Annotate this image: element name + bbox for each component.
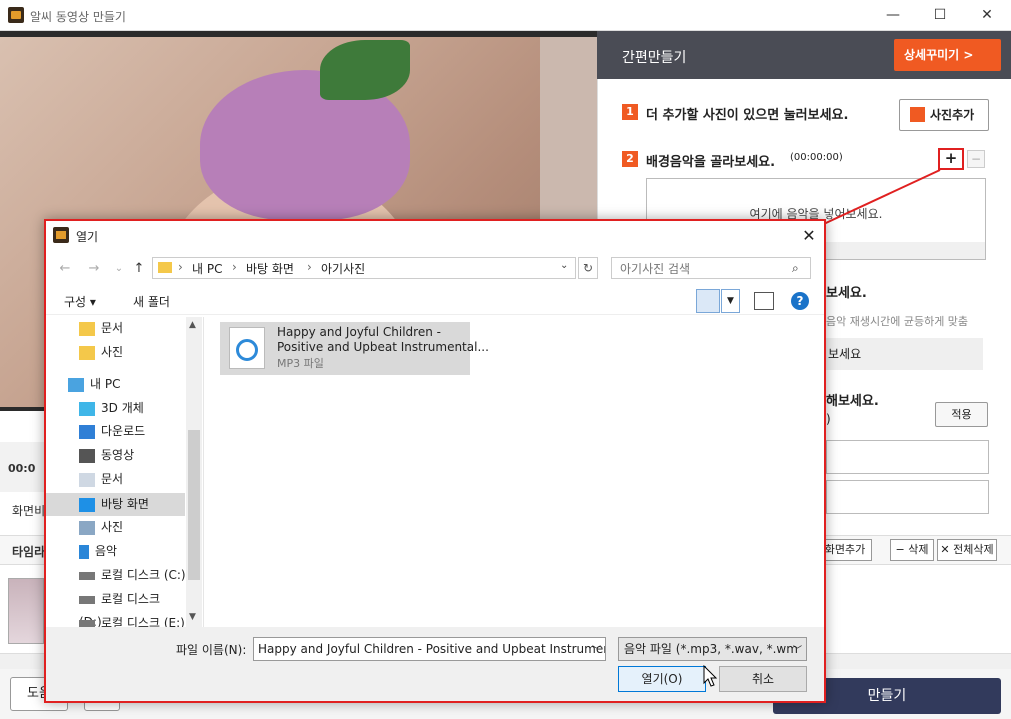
step3-text: 보세요. — [826, 286, 867, 301]
add-music-button[interactable]: + — [938, 148, 964, 170]
file-type: MP3 파일 — [277, 357, 324, 370]
nav-scrollbar-thumb[interactable] — [188, 430, 200, 580]
chevron-down-icon[interactable]: ﹀ — [592, 643, 601, 656]
new-folder-button[interactable]: 새 폴더 — [133, 293, 170, 310]
view-dropdown-icon[interactable]: ▼ — [721, 289, 740, 313]
apply-button[interactable]: 적용 — [935, 402, 988, 427]
dialog-app-icon — [53, 227, 69, 243]
refresh-icon[interactable]: ↻ — [578, 257, 598, 279]
nav-item-documents[interactable]: 문서 — [46, 317, 186, 340]
search-placeholder: 아기사진 검색 — [620, 262, 691, 276]
nav-item-pictures[interactable]: 사진 — [46, 341, 186, 364]
drive-icon — [79, 595, 95, 604]
chevron-down-icon[interactable]: ﹀ — [793, 643, 802, 656]
dialog-title: 열기 — [76, 230, 99, 244]
folder-icon — [79, 345, 95, 360]
nav-item-videos[interactable]: 동영상 — [46, 444, 186, 467]
title-input[interactable] — [826, 440, 989, 474]
subtitle-input[interactable] — [826, 480, 989, 514]
aspect-ratio-label[interactable]: 화면비 — [12, 502, 45, 519]
step1-number: 1 — [622, 104, 638, 120]
minimize-button[interactable]: — — [870, 0, 916, 31]
nav-item-this-pc[interactable]: 내 PC — [46, 373, 186, 396]
help-icon[interactable]: ? — [791, 292, 809, 310]
up-arrow-icon[interactable]: ↑ — [128, 259, 150, 279]
filename-input[interactable]: Happy and Joyful Children - Positive and… — [253, 637, 606, 661]
breadcrumb-desktop[interactable]: 바탕 화면 — [246, 260, 294, 277]
step2-number: 2 — [622, 151, 638, 167]
photo-leaf — [320, 40, 410, 100]
scroll-down-icon[interactable]: ▼ — [189, 612, 196, 622]
breadcrumb-baby-photos[interactable]: 아기사진 — [321, 260, 365, 277]
recent-locations-icon[interactable]: ⌄ — [108, 259, 130, 279]
step4-paren: ) — [826, 412, 831, 426]
film-icon — [79, 448, 95, 463]
window-title: 알씨 동영상 만들기 — [30, 10, 126, 24]
file-type-filter[interactable]: 음악 파일 (*.mp3, *.wav, *.wm — [618, 637, 807, 661]
nav-item-pictures-pc[interactable]: 사진 — [46, 516, 186, 539]
folder-icon — [158, 262, 172, 273]
breadcrumb-separator: › — [232, 260, 237, 274]
step3-option[interactable]: 보세요 — [826, 338, 983, 370]
nav-item-drive-e[interactable]: 로컬 디스크 (E:) — [46, 612, 186, 627]
step1-text: 더 추가할 사진이 있으면 눌러보세요. — [646, 108, 849, 123]
nav-item-drive-c[interactable]: 로컬 디스크 (C:) — [46, 564, 186, 587]
delete-all-button[interactable]: ✕ 전체삭제 — [937, 539, 997, 561]
pc-icon — [68, 377, 84, 392]
preview-pane-icon[interactable] — [754, 292, 774, 310]
step4-text: 해보세요. — [826, 394, 879, 409]
delete-button[interactable]: − 삭제 — [890, 539, 934, 561]
dialog-close-button[interactable]: ✕ — [796, 224, 822, 248]
download-icon — [79, 424, 95, 439]
breadcrumb-separator: › — [307, 260, 312, 274]
search-icon[interactable]: ⌕ — [792, 261, 799, 276]
remove-music-button[interactable]: − — [967, 150, 985, 168]
close-button[interactable]: ✕ — [964, 0, 1010, 31]
folder-icon — [79, 321, 95, 336]
step3-subtext: 음악 재생시간에 균등하게 맞춤 — [826, 315, 969, 328]
detail-decorate-button[interactable]: 상세꾸미기 > — [894, 39, 1001, 71]
timeline-thumbnail[interactable] — [8, 578, 44, 644]
document-icon — [79, 472, 95, 487]
cube-icon — [79, 401, 95, 416]
organize-menu[interactable]: 구성 ▾ — [64, 293, 96, 310]
add-photo-icon — [910, 107, 925, 122]
nav-item-documents-pc[interactable]: 문서 — [46, 468, 186, 491]
back-arrow-icon[interactable]: ← — [54, 259, 76, 279]
drive-icon — [79, 619, 95, 627]
cancel-button[interactable]: 취소 — [719, 666, 807, 692]
music-duration: (00:00:00) — [790, 152, 843, 163]
music-icon — [79, 544, 89, 559]
desktop-icon — [79, 497, 95, 512]
view-options-icon[interactable] — [696, 289, 720, 313]
chevron-down-icon[interactable]: ⌄ — [560, 260, 568, 271]
file-name-line1: Happy and Joyful Children - — [277, 325, 441, 339]
nav-item-drive-d[interactable]: 로컬 디스크 (D:) — [46, 588, 186, 629]
file-name-line2: Positive and Upbeat Instrumental... — [277, 340, 489, 354]
maximize-button[interactable]: ☐ — [917, 0, 963, 31]
picture-icon — [79, 520, 95, 535]
filename-label: 파일 이름(N): — [176, 643, 247, 657]
scroll-up-icon[interactable]: ▲ — [189, 320, 196, 330]
app-icon — [8, 7, 24, 23]
breadcrumb-separator: › — [178, 260, 183, 274]
breadcrumb-this-pc[interactable]: 내 PC — [192, 260, 222, 277]
title-bar — [0, 0, 1011, 31]
drive-icon — [79, 571, 95, 580]
nav-item-desktop[interactable]: 바탕 화면 — [46, 493, 185, 516]
nav-item-3d-objects[interactable]: 3D 개체 — [46, 397, 186, 420]
nav-item-downloads[interactable]: 다운로드 — [46, 420, 186, 443]
add-screen-button[interactable]: 화면추가 — [818, 539, 872, 561]
open-button[interactable]: 열기(O) — [618, 666, 706, 692]
dialog-title-bar — [46, 221, 824, 251]
mouse-cursor-icon — [703, 665, 718, 687]
nav-item-music[interactable]: 음악 — [46, 540, 186, 563]
forward-arrow-icon[interactable]: → — [83, 259, 105, 279]
panel-title: 간편만들기 — [622, 50, 687, 66]
step2-text: 배경음악을 골라보세요. — [646, 155, 776, 170]
audio-disc-icon — [236, 339, 258, 361]
time-display: 00:0 — [8, 462, 36, 475]
timeline-label: 타임라 — [12, 545, 46, 559]
